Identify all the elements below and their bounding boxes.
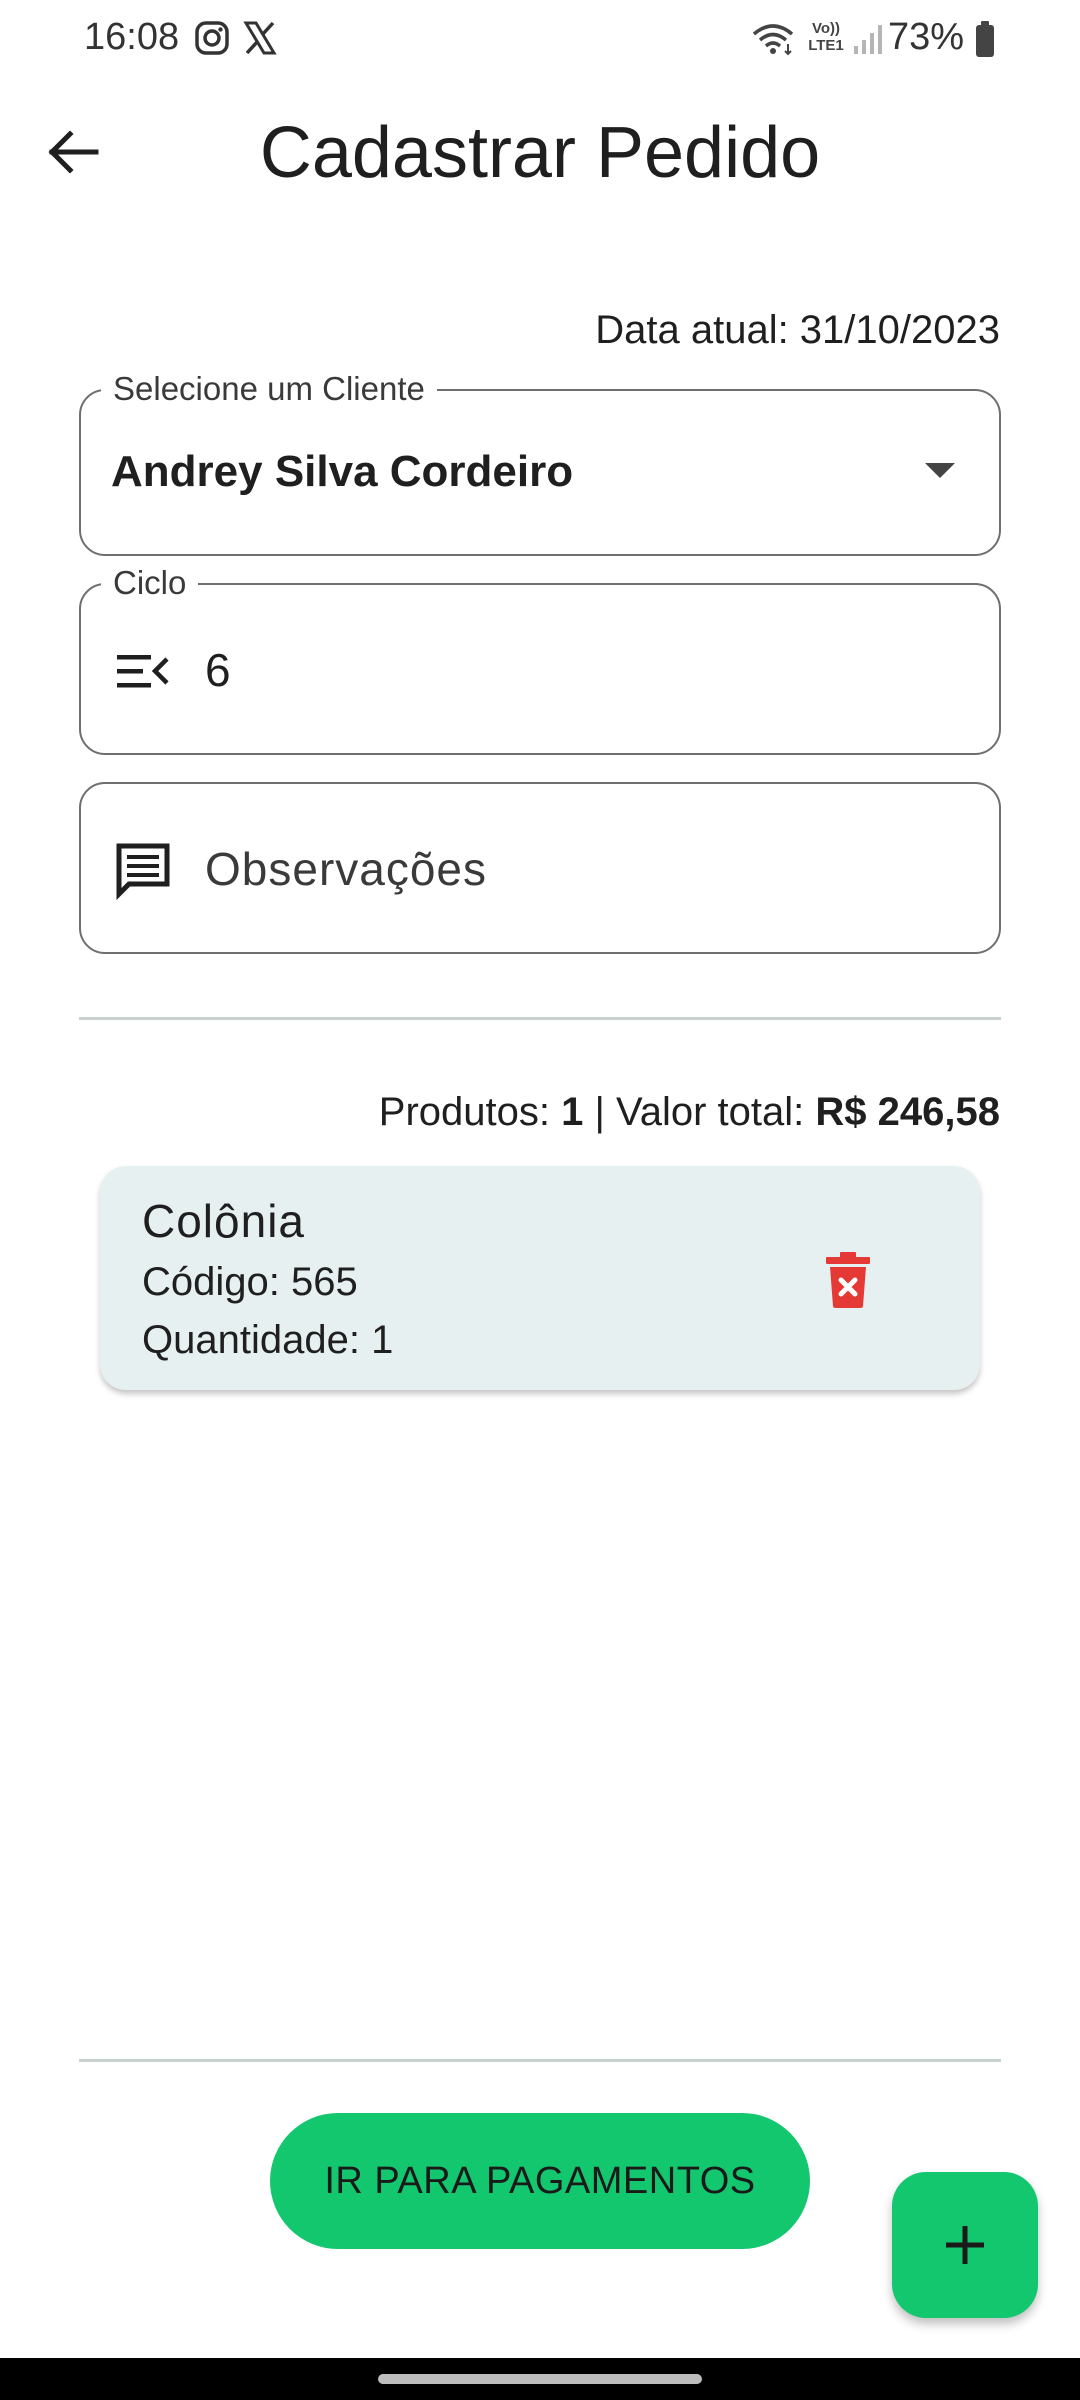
order-summary: Produtos: 1 | Valor total: R$ 246,58 xyxy=(379,1090,1000,1135)
x-icon xyxy=(243,21,277,55)
client-select-label: Selecione um Cliente xyxy=(101,369,437,409)
observations-placeholder: Observações xyxy=(205,843,488,895)
wifi-icon xyxy=(752,24,794,56)
cycle-field[interactable]: Ciclo 6 xyxy=(79,563,1001,755)
comment-icon xyxy=(116,843,170,900)
status-time: 16:08 xyxy=(84,16,180,58)
divider xyxy=(79,1017,1001,1020)
current-date: Data atual: 31/10/2023 xyxy=(595,308,1000,352)
cycle-value: 6 xyxy=(205,644,231,696)
trash-icon xyxy=(826,1252,870,1308)
summary-separator: | xyxy=(594,1090,605,1134)
battery-percent: 73% xyxy=(887,16,964,58)
battery-icon xyxy=(976,21,994,57)
volte-icon: Vo)) LTE1 xyxy=(808,20,844,54)
cycle-field-label: Ciclo xyxy=(101,563,199,603)
plus-icon xyxy=(946,2226,984,2264)
product-name: Colônia xyxy=(142,1195,305,1247)
dropdown-arrow-icon xyxy=(925,463,955,478)
go-to-payments-button[interactable]: IR PARA PAGAMENTOS xyxy=(270,2113,810,2249)
product-card[interactable]: Colônia Código: 565 Quantidade: 1 xyxy=(100,1166,980,1390)
products-count: 1 xyxy=(561,1090,584,1134)
product-code: Código: 565 xyxy=(142,1260,358,1304)
products-label: Produtos: xyxy=(378,1090,551,1134)
delete-product-button[interactable] xyxy=(820,1250,876,1310)
add-product-fab[interactable] xyxy=(892,2172,1038,2318)
total-label: Valor total: xyxy=(616,1090,805,1134)
client-select-value: Andrey Silva Cordeiro xyxy=(111,447,574,496)
status-bar: 16:08 Vo)) LTE1 73% xyxy=(0,0,1080,80)
divider xyxy=(79,2059,1001,2062)
home-indicator[interactable] xyxy=(378,2374,702,2384)
client-select[interactable]: Selecione um Cliente Andrey Silva Cordei… xyxy=(79,369,1001,556)
signal-icon xyxy=(854,25,882,54)
instagram-icon xyxy=(195,21,229,55)
observations-field[interactable]: Observações xyxy=(79,782,1001,954)
product-quantity: Quantidade: 1 xyxy=(142,1318,394,1362)
menu-open-icon xyxy=(117,655,169,688)
page-title: Cadastrar Pedido xyxy=(259,113,821,193)
total-value: R$ 246,58 xyxy=(815,1090,1000,1134)
